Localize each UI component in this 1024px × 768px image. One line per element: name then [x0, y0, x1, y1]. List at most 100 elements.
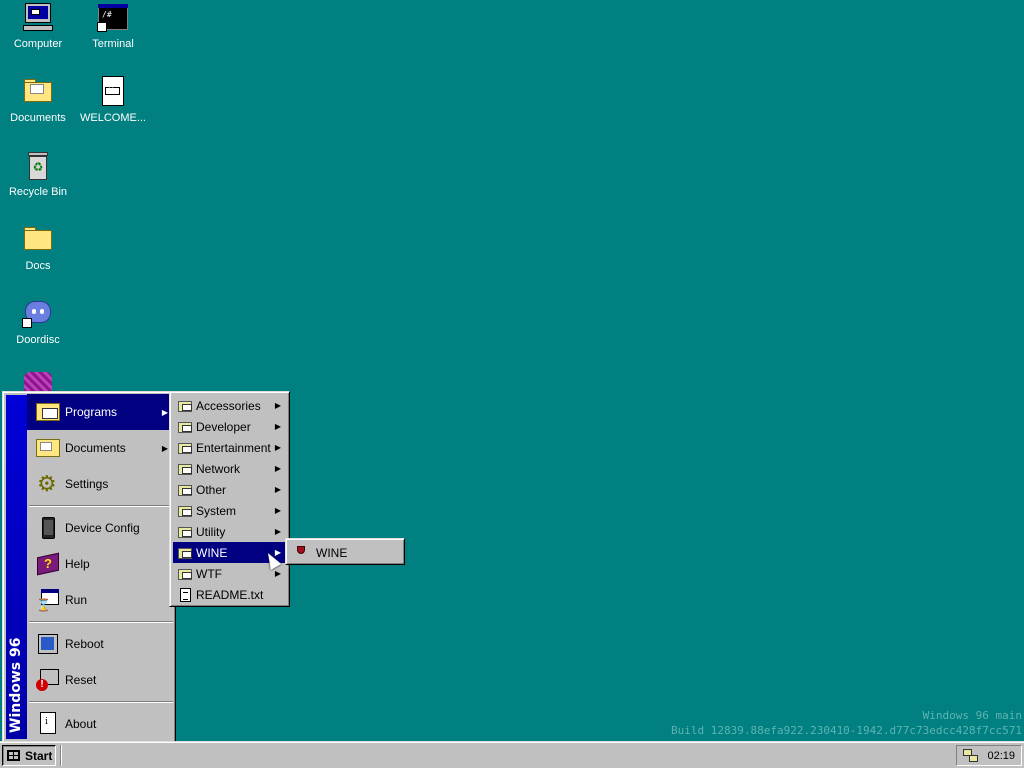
- start-menu-separator: [29, 621, 173, 623]
- submenu-arrow-icon: ▶: [274, 401, 281, 410]
- start-menu-separator: [29, 505, 173, 507]
- programs-item-utility[interactable]: Utility ▶: [173, 521, 286, 542]
- start-item-label: Device Config: [65, 521, 140, 535]
- taskbar: Start 02:19: [0, 741, 1024, 768]
- program-group-icon: [177, 419, 193, 435]
- program-group-icon: [177, 545, 193, 561]
- desktop-icon-recycle-bin[interactable]: ♻ Recycle Bin: [1, 150, 75, 198]
- programs-item-readme[interactable]: README.txt: [173, 584, 286, 605]
- wine-glass-icon: [293, 545, 309, 561]
- submenu-arrow-icon: ▶: [161, 407, 168, 417]
- desktop-icon-label: Documents: [10, 112, 66, 124]
- submenu-arrow-icon: ▶: [274, 464, 281, 473]
- build-watermark: Windows 96 main Build 12839.88efa922.230…: [671, 708, 1022, 738]
- start-logo-icon: [6, 749, 22, 763]
- programs-item-entertainment[interactable]: Entertainment ▶: [173, 437, 286, 458]
- desktop-icon-computer[interactable]: Computer: [1, 2, 75, 50]
- programs-item-accessories[interactable]: Accessories ▶: [173, 395, 286, 416]
- start-item-label: Help: [65, 557, 90, 571]
- programs-item-label: Entertainment: [196, 440, 271, 455]
- programs-item-other[interactable]: Other ▶: [173, 479, 286, 500]
- settings-icon: ⚙: [37, 471, 57, 496]
- start-menu-banner-text: Windows 96: [8, 637, 24, 733]
- programs-item-label: Accessories: [196, 398, 261, 413]
- documents-folder-icon: [35, 435, 61, 461]
- start-item-documents[interactable]: Documents ▶: [27, 430, 174, 466]
- taskbar-divider: [60, 745, 62, 766]
- start-menu-separator: [29, 701, 173, 703]
- desktop-icon-docs[interactable]: Docs: [1, 224, 75, 272]
- wine-item-wine[interactable]: WINE: [289, 542, 401, 563]
- programs-item-label: Other: [196, 482, 227, 497]
- recycle-bin-icon: ♻: [22, 150, 54, 182]
- partial-desktop-icon: [24, 372, 52, 392]
- desktop-icon-label: WELCOME...: [79, 112, 146, 124]
- start-item-reset[interactable]: ! Reset: [27, 662, 174, 698]
- desktop-icon-label: Recycle Bin: [8, 186, 68, 198]
- submenu-arrow-icon: ▶: [161, 443, 168, 453]
- start-item-label: Settings: [65, 477, 109, 491]
- desktop-icon-terminal[interactable]: /# ↗ Terminal: [76, 2, 150, 50]
- start-item-reboot[interactable]: Reboot: [27, 626, 174, 662]
- program-group-icon: [177, 440, 193, 456]
- start-item-run[interactable]: ⌛ Run: [27, 582, 174, 618]
- program-group-icon: [177, 566, 193, 582]
- start-item-help[interactable]: ? Help: [27, 546, 174, 582]
- text-file-icon: [177, 587, 193, 603]
- reboot-icon: [35, 631, 61, 657]
- programs-item-developer[interactable]: Developer ▶: [173, 416, 286, 437]
- program-group-icon: [177, 503, 193, 519]
- programs-item-label: Utility: [196, 524, 226, 539]
- folder-icon: [22, 224, 54, 256]
- start-item-label: Reboot: [65, 637, 104, 651]
- desktop-icon-label: Docs: [25, 260, 51, 272]
- start-item-programs[interactable]: Programs ▶: [27, 394, 174, 430]
- start-item-settings[interactable]: ⚙ Settings: [27, 466, 174, 502]
- watermark-build: Build 12839.88efa922.230410-1942.d77c73e…: [671, 724, 1022, 737]
- device-icon: [35, 515, 61, 541]
- wine-item-label: WINE: [316, 545, 348, 560]
- start-item-label: About: [65, 717, 97, 731]
- programs-item-label: WTF: [196, 566, 222, 581]
- program-group-icon: [177, 398, 193, 414]
- start-item-about[interactable]: i About: [27, 706, 174, 742]
- programs-item-label: README.txt: [196, 587, 264, 602]
- start-item-device-config[interactable]: Device Config: [27, 510, 174, 546]
- terminal-icon: /# ↗: [97, 2, 129, 34]
- wine-submenu: WINE: [285, 538, 405, 565]
- programs-submenu: Accessories ▶ Developer ▶ Entertainment …: [169, 391, 290, 607]
- desktop-icon-doordisc[interactable]: ↗ Doordisc: [1, 298, 75, 346]
- programs-item-label: Network: [196, 461, 241, 476]
- start-menu-banner: Windows 96: [6, 395, 27, 739]
- desktop-icon-welcome[interactable]: M↓ WELCOME...: [76, 76, 150, 124]
- submenu-arrow-icon: ▶: [274, 506, 281, 515]
- clock[interactable]: 02:19: [987, 750, 1015, 762]
- program-group-icon: [177, 461, 193, 477]
- start-item-label: Programs: [65, 405, 118, 419]
- desktop-icon-label: Terminal: [92, 38, 134, 50]
- help-book-icon: ?: [35, 551, 61, 577]
- markdown-file-icon: M↓: [97, 76, 129, 108]
- about-icon: i: [35, 711, 61, 737]
- programs-item-system[interactable]: System ▶: [173, 500, 286, 521]
- submenu-arrow-icon: ▶: [274, 569, 281, 578]
- start-item-label: Reset: [65, 673, 97, 687]
- desktop-icon-label: Computer: [13, 38, 63, 50]
- start-button[interactable]: Start: [2, 745, 56, 766]
- submenu-arrow-icon: ▶: [274, 527, 281, 536]
- run-icon: ⌛: [35, 587, 61, 613]
- program-group-icon: [177, 524, 193, 540]
- doordisc-icon: ↗: [22, 298, 54, 330]
- computer-icon: [22, 2, 54, 34]
- programs-folder-icon: [35, 399, 61, 425]
- start-menu: Windows 96 Programs ▶ Documents ▶ ⚙ Sett…: [2, 391, 176, 743]
- program-group-icon: [177, 482, 193, 498]
- programs-item-network[interactable]: Network ▶: [173, 458, 286, 479]
- start-item-label: Run: [65, 593, 88, 607]
- network-tray-icon[interactable]: [963, 748, 979, 763]
- system-tray: 02:19: [956, 745, 1022, 766]
- desktop-icon-label: Doordisc: [16, 334, 60, 346]
- desktop-icon-documents[interactable]: Documents: [1, 76, 75, 124]
- start-button-label: Start: [25, 748, 53, 763]
- programs-item-label: System: [196, 503, 237, 518]
